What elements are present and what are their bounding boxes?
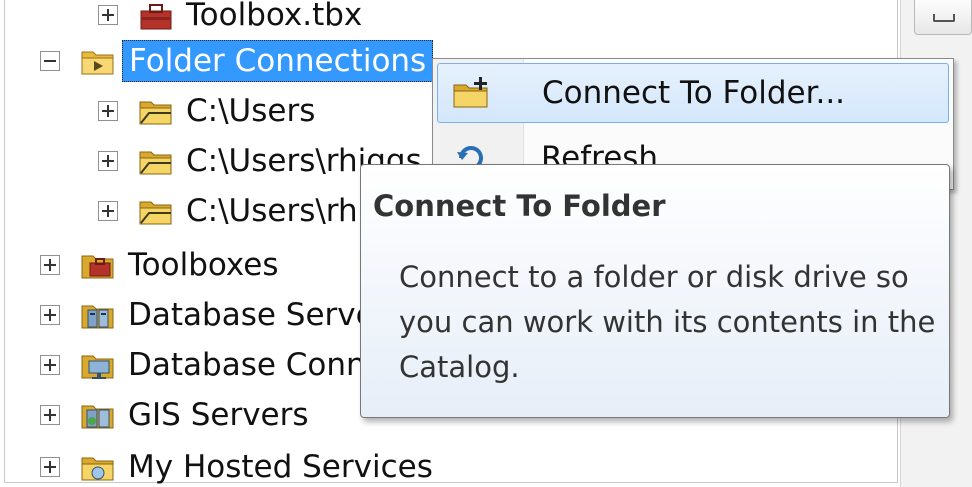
expand-toggle[interactable] xyxy=(98,5,118,25)
expand-toggle[interactable] xyxy=(40,457,60,477)
tree-item-label: C:\Users xyxy=(186,93,316,129)
tree-item-gis-servers[interactable]: GIS Servers xyxy=(40,390,309,440)
tree-item-my-hosted-services[interactable]: My Hosted Services xyxy=(40,442,433,487)
hosted-services-icon xyxy=(81,457,114,481)
expand-toggle[interactable] xyxy=(98,201,118,221)
tree-item-label: GIS Servers xyxy=(128,397,309,433)
menu-item-label: Connect To Folder... xyxy=(542,75,846,111)
folder-icon xyxy=(139,101,172,125)
folder-icon xyxy=(139,151,172,175)
panel-button-icon xyxy=(933,14,955,22)
tooltip-body: Connect to a folder or disk drive so you… xyxy=(399,260,936,384)
toolbox-icon xyxy=(140,4,172,30)
gis-servers-icon xyxy=(81,405,114,429)
tree-item-folder[interactable]: C:\Users xyxy=(98,86,315,136)
toolboxes-icon xyxy=(81,255,114,279)
tooltip-title: Connect To Folder xyxy=(373,189,666,223)
expand-toggle[interactable] xyxy=(40,405,60,425)
menu-item-connect-to-folder[interactable]: Connect To Folder... xyxy=(437,63,949,123)
connect-folder-icon xyxy=(453,77,488,108)
panel-button[interactable] xyxy=(914,0,972,35)
tree-item-label: My Hosted Services xyxy=(128,449,433,485)
tooltip: Connect To Folder Connect to a folder or… xyxy=(360,164,950,418)
expand-toggle[interactable] xyxy=(40,255,60,275)
tree-item-label: Toolbox.tbx xyxy=(186,0,363,33)
expand-toggle[interactable] xyxy=(40,355,60,375)
database-servers-icon xyxy=(81,305,114,329)
tree-item-label: Toolboxes xyxy=(128,247,279,283)
tree-item-label-selected: Folder Connections xyxy=(122,40,434,82)
tree-item-folder-connections[interactable]: Folder Connections xyxy=(40,36,434,86)
collapse-toggle[interactable] xyxy=(40,51,60,71)
expand-toggle[interactable] xyxy=(98,101,118,121)
folder-connections-icon xyxy=(81,51,114,75)
tree-item-toolbox-tbx[interactable]: Toolbox.tbx xyxy=(98,0,362,40)
tree-item-database-servers[interactable]: Database Servers xyxy=(40,290,404,340)
database-connections-icon xyxy=(81,355,114,379)
expand-toggle[interactable] xyxy=(98,151,118,171)
tree-item-toolboxes[interactable]: Toolboxes xyxy=(40,240,279,290)
expand-toggle[interactable] xyxy=(40,305,60,325)
folder-icon xyxy=(139,201,172,225)
